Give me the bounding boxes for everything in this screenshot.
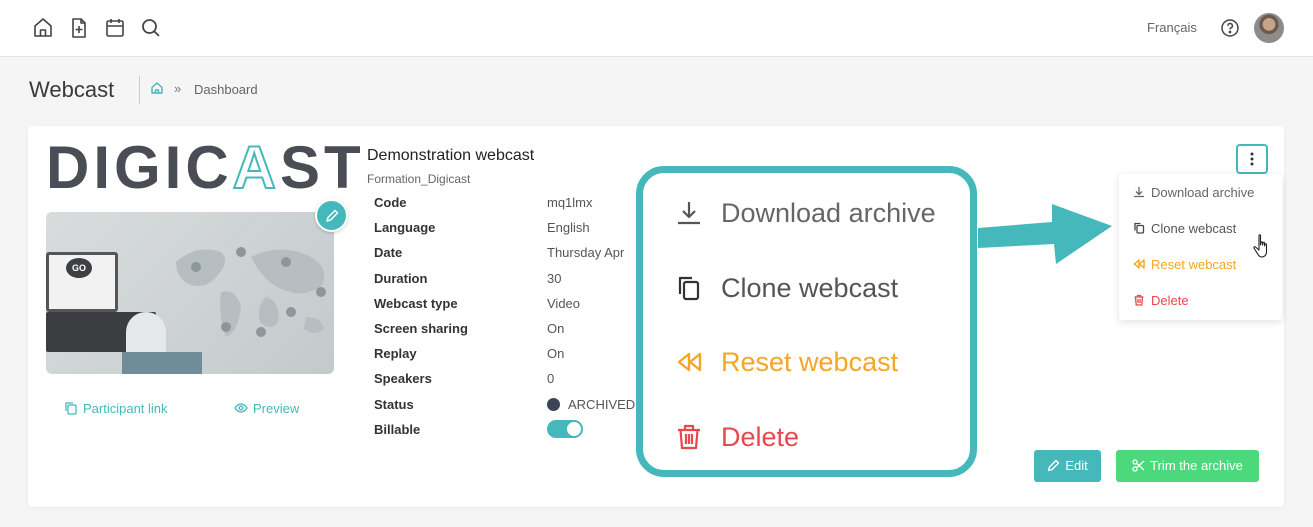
webcast-subtitle: Formation_Digicast [367,172,471,186]
detail-row: Language English [374,220,644,245]
detail-value: Video [547,295,581,311]
preview-link[interactable]: Preview [234,401,299,416]
edit-button-label: Edit [1065,458,1088,473]
zoom-item-label: Clone webcast [721,273,899,303]
trim-archive-button[interactable]: Trim the archive [1116,450,1259,482]
download-icon [1134,187,1144,198]
detail-value: English [547,220,590,236]
trash-icon [678,424,700,450]
zoomed-menu-callout: Download archive Clone webcast Reset web… [636,166,977,477]
pencil-icon [1048,459,1060,472]
copy-icon [1134,222,1145,234]
menu-item-clone-webcast[interactable]: Clone webcast [1133,221,1236,236]
search-icon[interactable] [139,16,163,40]
trash-icon [1134,294,1144,306]
webcast-title: Demonstration webcast [367,147,535,164]
preview-label: Preview [253,401,300,416]
home-icon[interactable] [31,16,55,40]
zoom-item-reset-webcast: Reset webcast [675,347,898,378]
webcast-thumbnail: GO [46,212,334,374]
top-navbar: Français [0,0,1313,57]
zoom-item-clone-webcast: Clone webcast [675,273,898,304]
detail-row: Status ARCHIVED [374,397,644,422]
sleeve-illustration [122,352,202,374]
detail-value: 0 [547,371,555,387]
detail-value: On [547,346,565,362]
digicast-logo: DIGICAST [46,134,365,201]
hand-cursor-icon [1253,234,1268,258]
breadcrumb-separator: » [174,81,182,96]
participant-link-label: Participant link [83,401,168,416]
zoom-item-label: Delete [721,422,800,452]
edit-button[interactable]: Edit [1034,450,1101,482]
detail-label: Status [374,396,414,412]
rewind-icon [1133,259,1145,269]
page-title: Webcast [29,77,115,102]
edit-thumbnail-button[interactable] [315,199,348,232]
breadcrumb-current: Dashboard [194,82,258,97]
pencil-icon [326,209,339,222]
detail-value: mq1lmx [547,195,593,210]
copy-icon [65,402,77,415]
zoom-item-delete: Delete [675,422,799,453]
calendar-icon[interactable] [103,16,127,40]
callout-arrow-icon [978,204,1112,264]
world-map-illustration [176,247,326,337]
status-text: ARCHIVED [568,396,636,412]
menu-item-delete[interactable]: Delete [1133,293,1189,308]
billable-toggle[interactable] [547,419,583,438]
avatar[interactable] [1254,13,1284,43]
menu-item-label: Clone webcast [1151,221,1237,236]
trim-button-label: Trim the archive [1150,458,1243,473]
help-circle-icon[interactable] [1220,18,1240,38]
more-options-button[interactable] [1236,144,1268,174]
go-bubble-icon: GO [66,258,92,278]
zoom-item-download-archive: Download archive [675,198,936,229]
download-icon [678,202,700,225]
language-selector[interactable]: Français [1147,20,1197,35]
menu-item-download-archive[interactable]: Download archive [1133,185,1254,200]
status-value: ARCHIVED [547,397,635,412]
rewind-icon [677,352,702,372]
zoom-item-label: Reset webcast [721,347,899,377]
detail-label: Screen sharing [374,320,468,336]
status-dot-icon [547,397,560,411]
detail-label: Billable [374,421,421,437]
divider [139,76,140,104]
detail-row: Billable [374,419,644,447]
kebab-icon [1250,152,1254,166]
detail-label: Replay [374,346,417,362]
menu-item-reset-webcast[interactable]: Reset webcast [1133,257,1236,272]
detail-label: Language [374,220,436,236]
detail-row: Webcast type Video [374,296,644,321]
detail-row: Screen sharing On [374,321,644,346]
detail-label: Duration [374,270,428,286]
menu-item-label: Reset webcast [1151,257,1237,272]
menu-item-label: Download archive [1151,185,1255,200]
detail-row: Code mq1lmx [374,195,644,220]
eye-icon [234,403,248,413]
detail-label: Speakers [374,371,432,387]
detail-value: 30 [547,270,562,286]
detail-row: Duration 30 [374,271,644,296]
copy-icon [678,276,700,301]
detail-label: Date [374,245,403,261]
zoom-item-label: Download archive [721,198,936,228]
scissors-icon [1132,459,1145,472]
detail-label: Code [374,195,407,210]
detail-value: On [547,320,565,336]
detail-value: Thursday Apr [547,245,625,261]
detail-row: Speakers 0 [374,371,644,396]
breadcrumb-home-icon[interactable] [150,81,164,95]
participant-link[interactable]: Participant link [64,401,168,416]
detail-row: Replay On [374,346,644,371]
menu-item-label: Delete [1151,293,1189,308]
webcast-details: Code mq1lmx Language English Date Thursday … [374,195,644,447]
add-document-icon[interactable] [67,16,91,40]
detail-row: Date Thursday Apr [374,245,644,270]
detail-label: Webcast type [374,295,458,311]
